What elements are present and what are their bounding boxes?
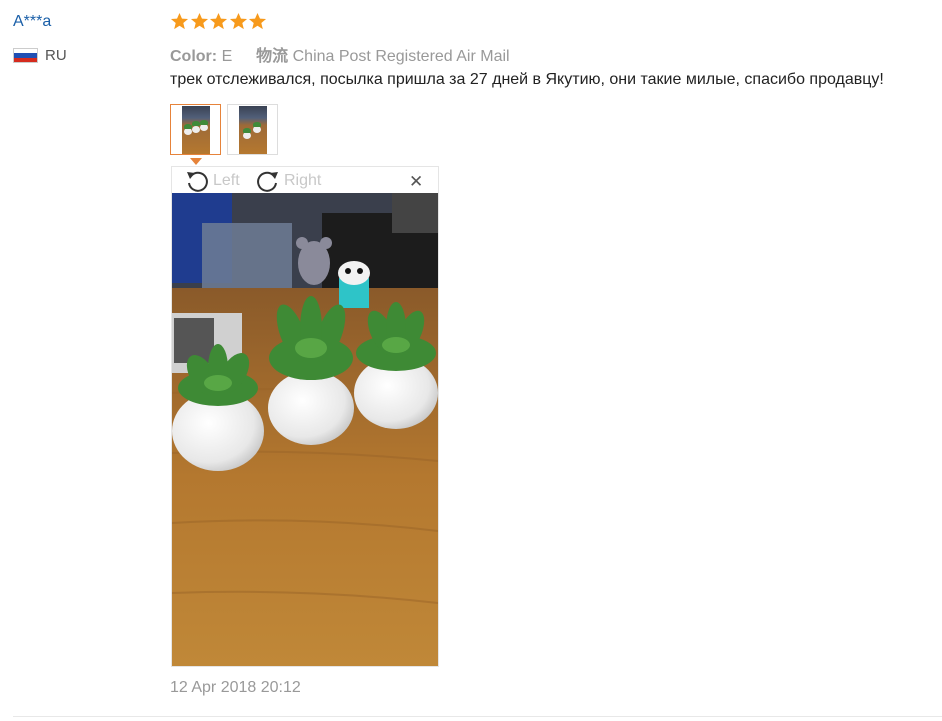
review-date: 12 Apr 2018 20:12 bbox=[170, 679, 301, 696]
divider bbox=[13, 716, 942, 717]
russia-flag-icon bbox=[13, 48, 38, 63]
star-icon bbox=[190, 12, 208, 30]
viewer-toolbar: Left Right ✕ bbox=[172, 167, 438, 193]
review-text: трек отслеживался, посылка пришла за 27 … bbox=[170, 71, 884, 88]
rotate-right-button[interactable]: Right bbox=[255, 169, 321, 193]
star-icon bbox=[229, 12, 247, 30]
active-thumbnail-pointer bbox=[190, 158, 202, 165]
reviewer-name[interactable]: A***a bbox=[13, 13, 51, 31]
star-icon bbox=[248, 12, 267, 30]
order-attributes: Color: E 物流 China Post Registered Air Ma… bbox=[170, 42, 510, 66]
rotate-left-button[interactable]: Left bbox=[184, 169, 240, 193]
country-code: RU bbox=[45, 47, 67, 64]
photo-viewer: Left Right ✕ bbox=[171, 166, 439, 667]
color-label: Color: bbox=[170, 48, 218, 65]
close-icon[interactable]: ✕ bbox=[409, 172, 423, 192]
color-value: E bbox=[221, 48, 233, 65]
review-photo bbox=[172, 193, 438, 666]
photo-thumbnail-2[interactable] bbox=[227, 104, 278, 155]
star-icon bbox=[170, 12, 189, 30]
photo-thumbnails bbox=[170, 104, 284, 155]
star-rating bbox=[170, 12, 268, 31]
shipping-value: China Post Registered Air Mail bbox=[292, 48, 510, 65]
star-icon bbox=[209, 12, 228, 30]
rotate-right-label: Right bbox=[284, 172, 322, 189]
photo-thumbnail-1[interactable] bbox=[170, 104, 221, 155]
rotate-left-label: Left bbox=[213, 172, 240, 189]
rotate-left-icon bbox=[187, 171, 208, 192]
rotate-right-icon bbox=[257, 171, 278, 192]
shipping-label: 物流 bbox=[256, 48, 289, 65]
photo-thumbnail-icon bbox=[181, 105, 210, 154]
photo-thumbnail-icon bbox=[238, 105, 267, 154]
reviewer-country: RU bbox=[13, 47, 67, 64]
